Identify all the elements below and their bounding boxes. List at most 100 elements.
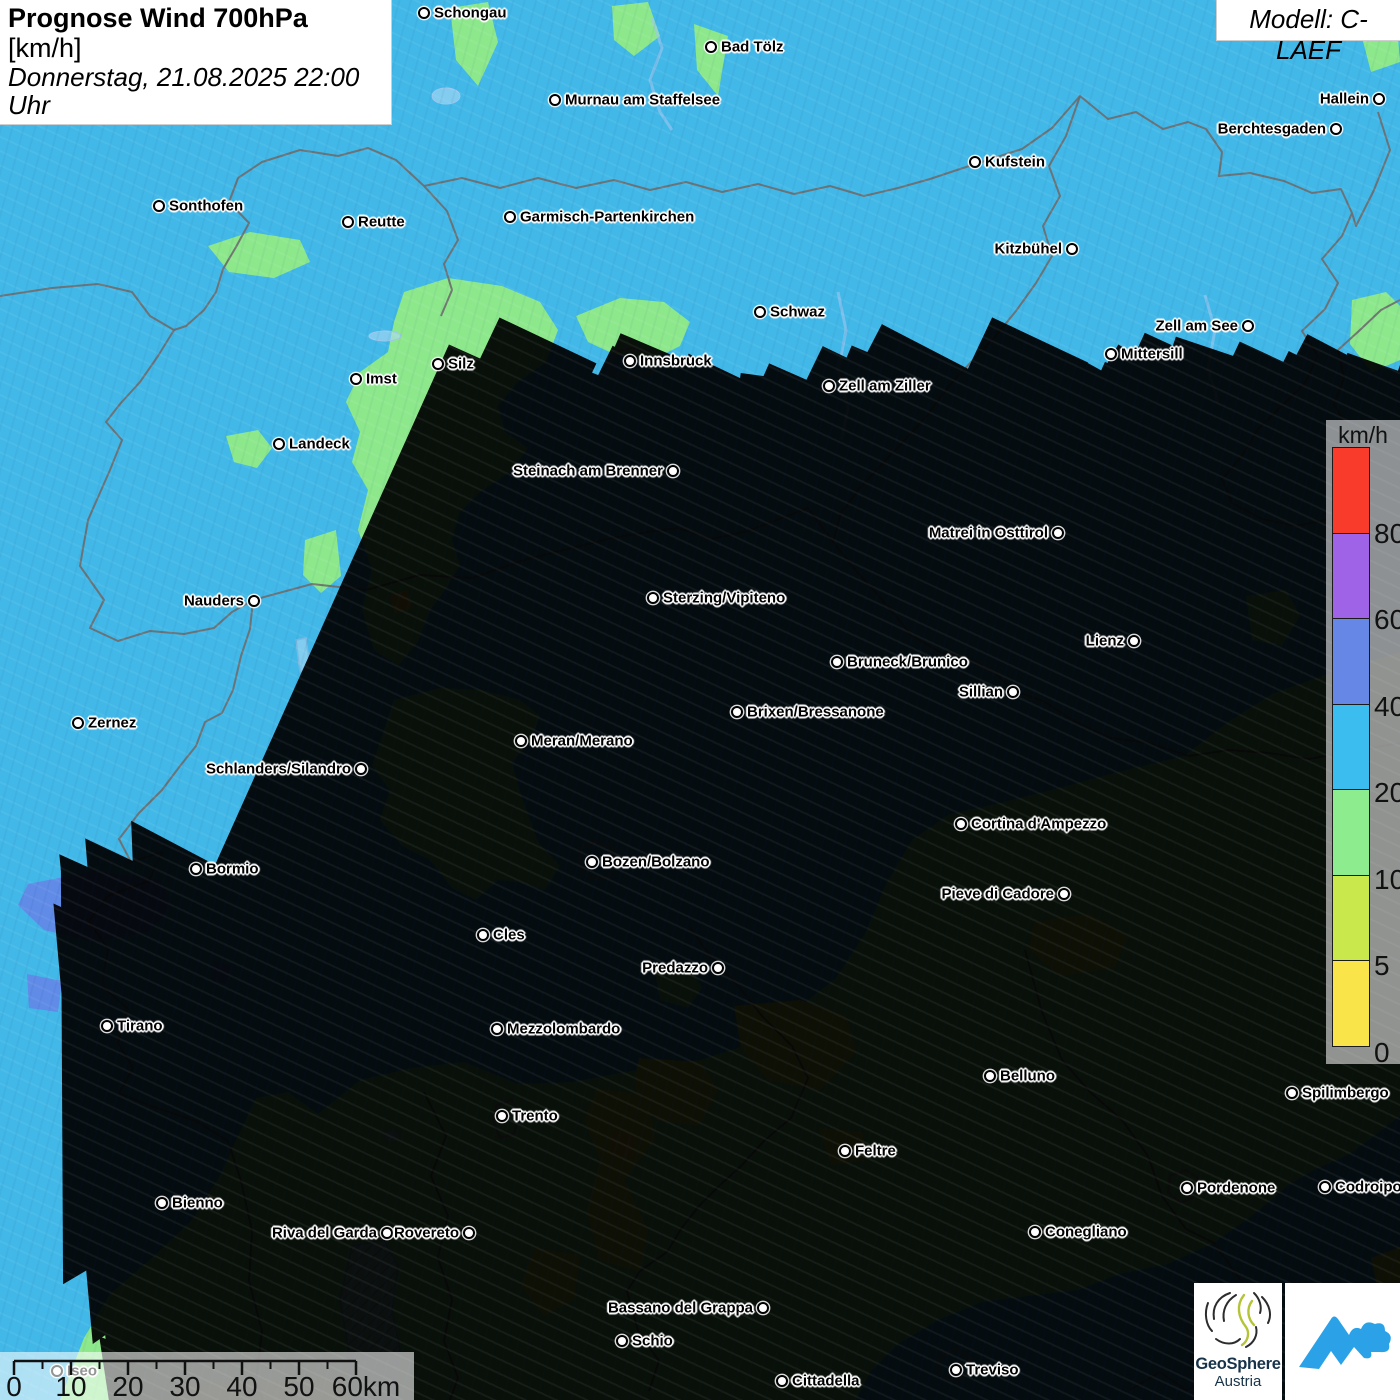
city-label: Feltre [855, 1143, 896, 1160]
legend-value-label: 10 [1374, 864, 1400, 896]
city-label: Codroipo [1335, 1179, 1400, 1196]
map-subtitle: Donnerstag, 21.08.2025 22:00 Uhr [8, 63, 381, 119]
city-marker-icon [491, 1023, 503, 1035]
city-marker-icon [72, 717, 84, 729]
city-label: Bozen/Bolzano [602, 854, 710, 871]
city-marker-icon [1052, 527, 1064, 539]
scalebar-label: 40 [226, 1371, 257, 1400]
city-label: Bassano del Grappa [608, 1300, 753, 1317]
city-label: Rovereto [394, 1225, 459, 1242]
city-label: Mittersill [1121, 346, 1183, 363]
legend-value-label: 5 [1374, 950, 1390, 982]
city-label: Nauders [184, 593, 244, 610]
city-marker-icon [586, 856, 598, 868]
mountain-cloud-icon [1299, 1316, 1391, 1369]
city-label: Pieve di Cadore [941, 886, 1054, 903]
city-label: Meran/Merano [531, 733, 633, 750]
city-marker-icon [731, 706, 743, 718]
city-label: Bienno [172, 1195, 223, 1212]
city-label: Landeck [289, 436, 350, 453]
scalebar-label: 30 [169, 1371, 200, 1400]
city-marker-icon [1319, 1181, 1331, 1193]
wind-forecast-map: SchongauBad TölzKemptenMurnau am Staffel… [0, 0, 1400, 1400]
title-box: Prognose Wind 700hPa [km/h] Donnerstag, … [0, 0, 392, 125]
city-label: Tirano [117, 1018, 163, 1035]
city-marker-icon [757, 1302, 769, 1314]
city-marker-icon [504, 211, 516, 223]
city-marker-icon [754, 306, 766, 318]
city-label: Trento [512, 1108, 558, 1125]
city-label: Imst [366, 371, 397, 388]
city-layer: SchongauBad TölzKemptenMurnau am Staffel… [0, 0, 1400, 1400]
city-label: Schlanders/Silandro [206, 761, 351, 778]
city-label: Cles [493, 927, 525, 944]
distance-scalebar: 0 10 20 30 40 50 60km [0, 1352, 414, 1400]
city-label: Sterzing/Vipiteno [663, 590, 785, 607]
city-marker-icon [950, 1364, 962, 1376]
city-label: Murnau am Staffelsee [565, 92, 720, 109]
city-label: Belluno [1000, 1068, 1055, 1085]
city-label: Spilimbergo [1302, 1085, 1389, 1102]
city-marker-icon [463, 1227, 475, 1239]
city-marker-icon [153, 200, 165, 212]
city-label: Brixen/Bressanone [747, 704, 884, 721]
city-marker-icon [667, 465, 679, 477]
legend-value-label: 0 [1374, 1037, 1390, 1069]
city-label: Hallein [1320, 91, 1369, 108]
legend-band-0 [1332, 960, 1370, 1047]
contour-lines-icon [1204, 1292, 1271, 1348]
city-label: Predazzo [642, 960, 708, 977]
scalebar-label: 0 [6, 1371, 22, 1400]
city-marker-icon [496, 1110, 508, 1122]
legend-value-label: 20 [1374, 777, 1400, 809]
city-label: Lienz [1086, 633, 1124, 650]
geosphere-logo: GeoSphere Austria [1194, 1283, 1282, 1400]
city-marker-icon [705, 41, 717, 53]
city-marker-icon [647, 592, 659, 604]
legend-band-40 [1332, 618, 1370, 705]
city-marker-icon [839, 1145, 851, 1157]
city-label: Zell am See [1155, 318, 1238, 335]
city-label: Pordenone [1197, 1180, 1275, 1197]
city-marker-icon [1058, 888, 1070, 900]
city-marker-icon [823, 380, 835, 392]
city-label: Reutte [358, 214, 405, 231]
weather-app-logo [1285, 1283, 1400, 1400]
city-label: Cortina d'Ampezzo [971, 816, 1106, 833]
city-label: Mezzolombardo [507, 1021, 620, 1038]
city-label: Bormio [206, 861, 259, 878]
city-label: Kufstein [985, 154, 1045, 171]
legend-value-label: 60 [1374, 604, 1400, 636]
city-label: Schio [632, 1333, 673, 1350]
city-marker-icon [616, 1335, 628, 1347]
city-label: Kitzbühel [995, 241, 1063, 258]
city-label: Steinach am Brenner [513, 463, 663, 480]
city-marker-icon [1242, 320, 1254, 332]
legend-band-80 [1332, 447, 1370, 534]
map-title-unit: [km/h] [8, 33, 82, 63]
city-marker-icon [984, 1070, 996, 1082]
city-label: Sillian [959, 684, 1003, 701]
city-marker-icon [432, 358, 444, 370]
scalebar-label: 20 [112, 1371, 143, 1400]
legend-band-60 [1332, 532, 1370, 619]
city-marker-icon [101, 1020, 113, 1032]
city-label: Zernez [88, 715, 136, 732]
city-label: Sonthofen [169, 198, 243, 215]
city-label: Riva del Garda [272, 1225, 377, 1242]
city-marker-icon [1373, 93, 1385, 105]
city-label: Matrei in Osttirol [929, 525, 1048, 542]
city-marker-icon [969, 156, 981, 168]
city-marker-icon [776, 1375, 788, 1387]
city-label: Bad Tölz [721, 39, 784, 56]
city-label: Cittadella [792, 1373, 860, 1390]
city-label: Zell am Ziller [839, 378, 931, 395]
city-label: Schwaz [770, 304, 825, 321]
city-marker-icon [1066, 243, 1078, 255]
city-marker-icon [355, 763, 367, 775]
legend-unit: km/h [1326, 422, 1400, 449]
city-marker-icon [1105, 348, 1117, 360]
city-marker-icon [1330, 123, 1342, 135]
city-label: Treviso [966, 1362, 1019, 1379]
legend-value-label: 80 [1374, 518, 1400, 550]
